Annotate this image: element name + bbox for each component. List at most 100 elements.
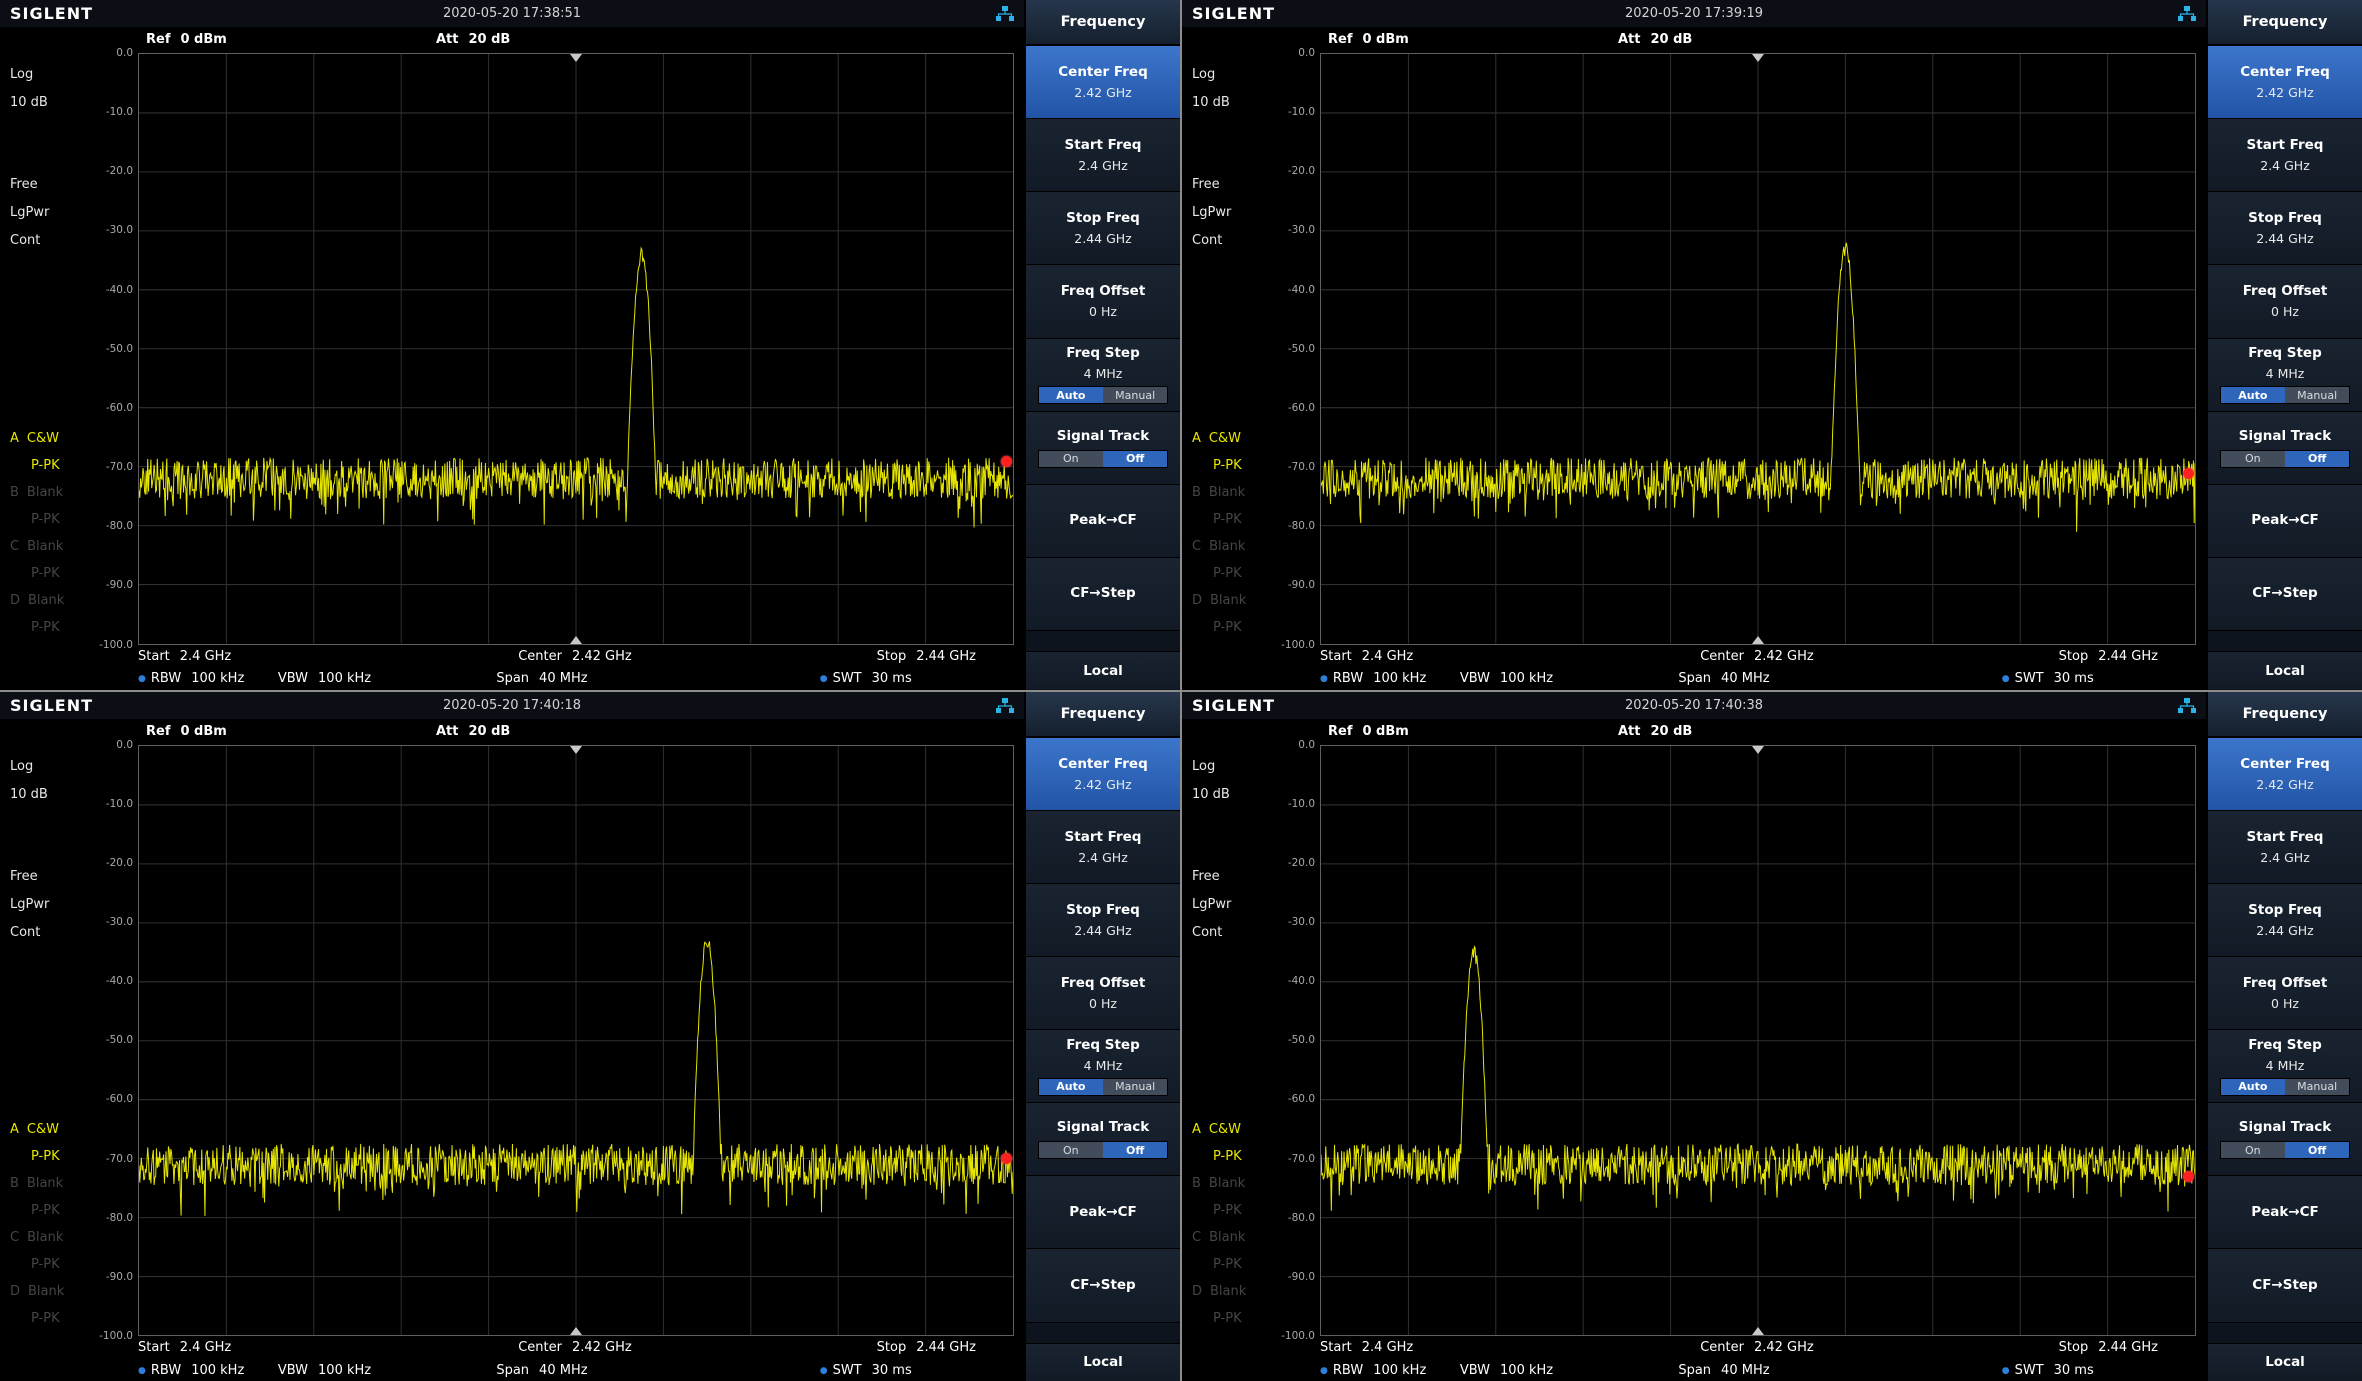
signal-track-button[interactable]: Signal Track On Off	[2208, 1103, 2362, 1176]
peak-to-cf-button[interactable]: Peak→CF	[2208, 485, 2362, 558]
rbw-readout: ●RBW100 kHz	[1320, 1363, 1460, 1378]
spectrum-analyzer-screen: SIGLENT 2020-05-20 17:40:18 Ref0 dBm A	[0, 692, 1180, 1381]
ref-level-readout: Ref0 dBm	[146, 32, 227, 47]
freq-step-auto-option[interactable]: Auto	[2221, 387, 2285, 403]
y-axis-tick: -90.0	[106, 579, 133, 591]
local-button[interactable]: Local	[1026, 651, 1180, 689]
trigger-mode-label: Free	[10, 863, 100, 891]
timestamp: 2020-05-20 17:39:19	[1182, 6, 2206, 21]
ref-level-readout: Ref0 dBm	[1328, 32, 1409, 47]
signal-track-on-off-toggle: On Off	[1038, 1141, 1169, 1159]
freq-step-manual-option[interactable]: Manual	[2285, 387, 2349, 403]
footer-readouts: Start2.4 GHz Center2.42 GHz Stop2.44 GHz…	[0, 645, 1024, 690]
freq-step-button[interactable]: Freq Step 4 MHz Auto Manual	[2208, 1030, 2362, 1103]
cf-to-step-button[interactable]: CF→Step	[1026, 1249, 1180, 1322]
freq-step-manual-option[interactable]: Manual	[1103, 387, 1167, 403]
local-button[interactable]: Local	[2208, 1343, 2362, 1381]
signal-track-button[interactable]: Signal Track On Off	[1026, 1103, 1180, 1176]
local-button[interactable]: Local	[2208, 651, 2362, 689]
trace-c-detector: P-PK	[1192, 1251, 1282, 1278]
spacer	[1192, 809, 1282, 863]
y-axis-tick: -30.0	[106, 916, 133, 928]
trace-d-detector: P-PK	[10, 1305, 100, 1332]
freq-offset-button[interactable]: Freq Offset 0 Hz	[2208, 265, 2362, 338]
peak-to-cf-button[interactable]: Peak→CF	[1026, 485, 1180, 558]
avg-type-label: LgPwr	[1192, 891, 1282, 919]
y-axis-tick: -100.0	[1281, 639, 1315, 651]
signal-track-off-option[interactable]: Off	[1103, 451, 1167, 467]
trace-a-detector: P-PK	[1192, 452, 1282, 479]
signal-track-off-option[interactable]: Off	[2285, 451, 2349, 467]
freq-step-manual-option[interactable]: Manual	[2285, 1079, 2349, 1095]
vbw-readout: VBW100 kHz	[278, 1363, 497, 1378]
freq-offset-button[interactable]: Freq Offset 0 Hz	[1026, 957, 1180, 1030]
marker-dot-icon	[2183, 1171, 2194, 1182]
center-freq-readout: Center2.42 GHz	[429, 649, 720, 664]
timestamp: 2020-05-20 17:40:18	[0, 698, 1024, 713]
timestamp: 2020-05-20 17:38:51	[0, 6, 1024, 21]
top-bar: SIGLENT 2020-05-20 17:40:18	[0, 692, 1024, 719]
sweep-mode-label: Cont	[10, 919, 100, 947]
y-axis-tick: -100.0	[99, 1330, 133, 1342]
freq-step-auto-option[interactable]: Auto	[2221, 1079, 2285, 1095]
menu-title: Frequency	[2208, 692, 2362, 738]
center-freq-marker-top-icon	[1752, 746, 1764, 754]
start-freq-button[interactable]: Start Freq 2.4 GHz	[2208, 119, 2362, 192]
stop-freq-button[interactable]: Stop Freq 2.44 GHz	[1026, 884, 1180, 957]
freq-offset-button[interactable]: Freq Offset 0 Hz	[2208, 957, 2362, 1030]
start-freq-button[interactable]: Start Freq 2.4 GHz	[1026, 811, 1180, 884]
start-freq-button[interactable]: Start Freq 2.4 GHz	[1026, 119, 1180, 192]
cf-to-step-button[interactable]: CF→Step	[2208, 558, 2362, 631]
cf-to-step-button[interactable]: CF→Step	[2208, 1249, 2362, 1322]
freq-step-auto-option[interactable]: Auto	[1039, 387, 1103, 403]
center-freq-button[interactable]: Center Freq 2.42 GHz	[1026, 738, 1180, 811]
att-label: Att	[436, 32, 459, 47]
freq-step-auto-option[interactable]: Auto	[1039, 1079, 1103, 1095]
freq-step-button[interactable]: Freq Step 4 MHz Auto Manual	[2208, 339, 2362, 412]
y-axis-labels: 0.0-10.0-20.0-30.0-40.0-50.0-60.0-70.0-8…	[1282, 745, 1320, 1337]
siglent-logo: SIGLENT	[10, 4, 93, 23]
ref-label: Ref	[146, 724, 170, 739]
center-freq-button[interactable]: Center Freq 2.42 GHz	[2208, 738, 2362, 811]
peak-to-cf-button[interactable]: Peak→CF	[1026, 1176, 1180, 1249]
stop-freq-button[interactable]: Stop Freq 2.44 GHz	[2208, 884, 2362, 957]
trace-b-status: BBlank	[10, 1170, 100, 1197]
spectrum-analyzer-screen: SIGLENT 2020-05-20 17:38:51 Ref0 dBm A	[0, 0, 1180, 690]
start-freq-button[interactable]: Start Freq 2.4 GHz	[2208, 811, 2362, 884]
stop-freq-button[interactable]: Stop Freq 2.44 GHz	[1026, 192, 1180, 265]
cf-to-step-button[interactable]: CF→Step	[1026, 558, 1180, 631]
trace-d-status: DBlank	[1192, 1278, 1282, 1305]
scale-per-div-label: 10 dB	[10, 89, 100, 117]
center-freq-button[interactable]: Center Freq 2.42 GHz	[1026, 46, 1180, 119]
stop-freq-button[interactable]: Stop Freq 2.44 GHz	[2208, 192, 2362, 265]
spectrum-graticule	[138, 53, 1014, 645]
local-button[interactable]: Local	[1026, 1343, 1180, 1381]
signal-track-button[interactable]: Signal Track On Off	[2208, 412, 2362, 485]
signal-track-on-option[interactable]: On	[2221, 451, 2285, 467]
rbw-readout: ●RBW100 kHz	[138, 671, 278, 686]
signal-track-off-option[interactable]: Off	[2285, 1142, 2349, 1158]
freq-step-auto-manual-toggle: Auto Manual	[2220, 386, 2351, 404]
center-freq-button[interactable]: Center Freq 2.42 GHz	[2208, 46, 2362, 119]
reference-header: Ref0 dBm Att20 dB	[1182, 27, 2206, 53]
freq-step-button[interactable]: Freq Step 4 MHz Auto Manual	[1026, 1030, 1180, 1103]
freq-step-manual-option[interactable]: Manual	[1103, 1079, 1167, 1095]
peak-to-cf-button[interactable]: Peak→CF	[2208, 1176, 2362, 1249]
freq-step-button[interactable]: Freq Step 4 MHz Auto Manual	[1026, 339, 1180, 412]
signal-track-on-option[interactable]: On	[1039, 451, 1103, 467]
freq-offset-button[interactable]: Freq Offset 0 Hz	[1026, 265, 1180, 338]
ref-label: Ref	[1328, 32, 1352, 47]
y-axis-tick: -90.0	[1288, 1271, 1315, 1283]
signal-track-on-option[interactable]: On	[2221, 1142, 2285, 1158]
freq-step-auto-manual-toggle: Auto Manual	[1038, 386, 1169, 404]
network-icon	[996, 6, 1014, 21]
spectrum-plot	[1321, 54, 2195, 644]
signal-track-off-option[interactable]: Off	[1103, 1142, 1167, 1158]
trace-b-detector: P-PK	[10, 506, 100, 533]
att-value: 20 dB	[1651, 32, 1693, 47]
trace-d-detector: P-PK	[1192, 614, 1282, 641]
signal-track-button[interactable]: Signal Track On Off	[1026, 412, 1180, 485]
display-area: SIGLENT 2020-05-20 17:38:51 Ref0 dBm A	[0, 0, 1024, 690]
softkey-menu: Frequency Center Freq 2.42 GHz Start Fre…	[2206, 692, 2362, 1381]
signal-track-on-option[interactable]: On	[1039, 1142, 1103, 1158]
